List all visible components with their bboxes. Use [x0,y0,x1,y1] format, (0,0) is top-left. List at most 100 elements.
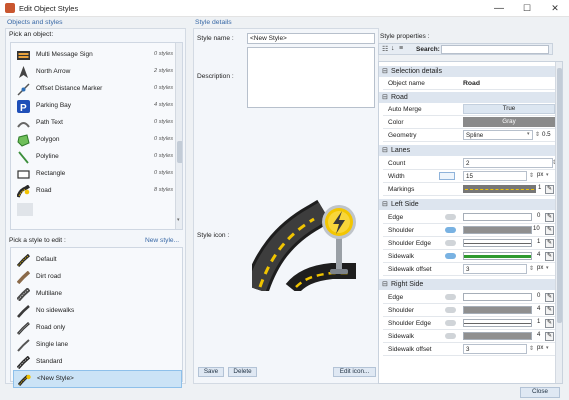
new-style-link[interactable]: New style... [145,237,179,244]
prop-count[interactable]: Count 2 ⇕ [383,157,557,170]
delete-button[interactable]: Delete [228,367,257,377]
shoulder-edge-toggle[interactable] [445,320,456,326]
list-item-multilane[interactable]: Multilane [11,286,182,303]
edge-slider[interactable] [463,213,532,221]
edit-shoulder-icon[interactable]: ✎ [545,226,554,235]
dropdown-arrow-icon[interactable]: ▾ [546,172,549,178]
shoulder-edge-slider[interactable] [463,239,532,247]
list-item-no-sidewalks[interactable]: No sidewalks [11,303,182,320]
edit-shoulder-edge-icon[interactable]: ✎ [545,319,554,328]
save-button[interactable]: Save [198,367,224,377]
edit-icon-button[interactable]: Edit icon... [333,367,376,377]
list-item-polygon[interactable]: Polygon 0 styles [11,132,182,149]
edit-edge-icon[interactable]: ✎ [545,213,554,222]
list-item-north-arrow[interactable]: North Arrow 2 styles [11,64,182,81]
dropdown-arrow-icon[interactable]: ▾ [546,345,549,351]
prop-markings[interactable]: Markings 1 ✎ [383,183,556,196]
prop-auto-merge[interactable]: Auto Merge True [383,103,556,116]
shoulder-slider[interactable] [463,306,532,314]
style-name-input[interactable]: <New Style> [247,33,375,44]
collapse-icon[interactable]: ⊟ [382,280,388,288]
category-left-side[interactable]: ⊟ Left Side [379,199,557,210]
category-road[interactable]: ⊟ Road [379,92,557,103]
markings-preview[interactable] [463,185,536,193]
prop-right-sidewalk[interactable]: Sidewalk 4 ✎ [383,330,556,343]
list-item-rectangle[interactable]: Rectangle 0 styles [11,166,182,183]
shoulder-toggle[interactable] [445,227,456,233]
close-window-button[interactable]: ✕ [542,1,568,16]
list-item-road[interactable]: Road 8 styles [11,183,182,200]
edge-slider[interactable] [463,293,532,301]
search-input[interactable] [441,45,549,54]
dropdown-arrow-icon[interactable]: ▾ [527,131,530,137]
collapse-icon[interactable]: ⊟ [382,200,388,208]
edit-shoulder-edge-icon[interactable]: ✎ [545,239,554,248]
close-button[interactable]: Close [520,387,560,398]
prop-right-shoulder[interactable]: Shoulder 4 ✎ [383,304,556,317]
edit-edge-icon[interactable]: ✎ [545,293,554,302]
spinner-icon[interactable]: ⇕ [529,172,534,179]
edit-sidewalk-icon[interactable]: ✎ [545,252,554,261]
description-textarea[interactable] [247,47,375,108]
shoulder-edge-slider[interactable] [463,319,532,327]
list-item-path-text[interactable]: Path Text 0 styles [11,115,182,132]
prop-left-sidewalk-offset[interactable]: Sidewalk offset 3 ⇕ px ▾ [383,263,556,276]
list-item-polyline[interactable]: Polyline 0 styles [11,149,182,166]
color-swatch[interactable]: Gray [463,117,555,127]
shoulder-edge-toggle[interactable] [445,240,456,246]
prop-left-shoulder[interactable]: Shoulder 10 ✎ [383,224,556,237]
prop-left-sidewalk[interactable]: Sidewalk 4 ✎ [383,250,556,263]
width-input[interactable]: 15 [463,171,527,181]
properties-scrollbar[interactable] [555,62,562,383]
prop-left-shoulder-edge[interactable]: Shoulder Edge 1 ✎ [383,237,556,250]
sort-category-icon[interactable]: ☷ [382,45,388,53]
category-right-side[interactable]: ⊟ Right Side [379,279,557,290]
sidewalk-toggle[interactable] [445,333,456,339]
geometry-select[interactable]: Spline [463,130,533,140]
sidewalk-offset-input[interactable]: 3 [463,264,527,274]
collapse-icon[interactable]: ⊟ [382,93,388,101]
sidewalk-slider[interactable] [463,252,532,260]
style-list[interactable]: Default Dirt road Multilane No sidewalks… [10,247,183,388]
spinner-icon[interactable]: ⇕ [529,265,534,272]
list-view-icon[interactable]: ≡ [399,45,403,52]
spinner-icon[interactable]: ⇕ [535,131,540,138]
sidewalk-toggle[interactable] [445,253,456,259]
scroll-thumb[interactable] [557,68,562,323]
spinner-icon[interactable]: ⇕ [529,345,534,352]
shoulder-toggle[interactable] [445,307,456,313]
edge-toggle[interactable] [445,294,456,300]
prop-left-edge[interactable]: Edge 0 ✎ [383,211,556,224]
scroll-down-icon[interactable]: ▾ [177,217,180,223]
prop-color[interactable]: Color Gray [383,116,556,129]
prop-right-sidewalk-offset[interactable]: Sidewalk offset 3 ⇕ px ▾ [383,343,556,356]
prop-right-edge[interactable]: Edge 0 ✎ [383,291,556,304]
count-input[interactable]: 2 [463,158,553,168]
list-item-single-lane[interactable]: Single lane [11,337,182,354]
category-selection-details[interactable]: ⊟ Selection details [379,66,557,77]
list-item-standard[interactable]: Standard [11,354,182,371]
prop-right-shoulder-edge[interactable]: Shoulder Edge 1 ✎ [383,317,556,330]
sidewalk-slider[interactable] [463,332,532,340]
category-lanes[interactable]: ⊟ Lanes [379,145,557,156]
minimize-button[interactable]: — [486,1,512,16]
list-item-dirt-road[interactable]: Dirt road [11,269,182,286]
list-item-road-only[interactable]: Road only [11,320,182,337]
prop-geometry[interactable]: Geometry Spline ▾ ⇕ 0.5 [383,129,556,142]
collapse-icon[interactable]: ⊟ [382,146,388,154]
sidewalk-offset-input[interactable]: 3 [463,344,527,354]
collapse-icon[interactable]: ⊟ [382,67,388,75]
style-preview-icon[interactable] [252,187,380,291]
sort-alpha-icon[interactable]: ↓ [391,45,395,52]
list-item-new-style[interactable]: <New Style> [13,370,182,388]
list-item-offset-distance-marker[interactable]: Offset Distance Marker 0 styles [11,81,182,98]
maximize-button[interactable]: ☐ [514,1,540,16]
geometry-number[interactable]: 0.5 [542,131,551,138]
scroll-thumb[interactable] [177,141,182,163]
edit-sidewalk-icon[interactable]: ✎ [545,332,554,341]
list-item-parking-bay[interactable]: P Parking Bay 4 styles [11,98,182,115]
shoulder-slider[interactable] [463,226,532,234]
edit-shoulder-icon[interactable]: ✎ [545,306,554,315]
object-list-scrollbar[interactable]: ▾ [175,43,182,229]
prop-width[interactable]: Width 15 ⇕ px ▾ [383,170,556,183]
